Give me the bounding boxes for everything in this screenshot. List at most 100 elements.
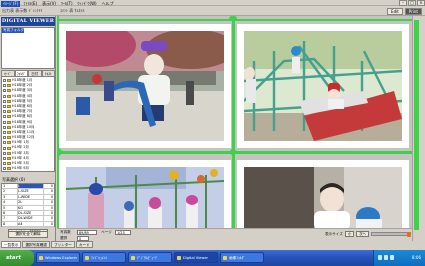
folder-icon [7, 167, 11, 171]
photo-grid[interactable] [57, 16, 412, 228]
left-panel: DIGITAL VIEWER 写真フォルダ ｶｰﾄﾞ ﾌｫﾙﾀﾞ 日付 ﾃｷｽﾄ… [0, 16, 56, 241]
folder-icon [7, 162, 11, 166]
taskbar-buttons: Windows Explorer ﾏｲﾄﾞｷｭﾒﾝﾄ ﾃﾞｼﾞﾀﾙﾋﾞｭｰｱ D… [36, 252, 264, 263]
count-field: 89/89 [77, 230, 97, 235]
folder-tree-header[interactable]: 写真フォルダ [2, 28, 24, 33]
photo-thumbnail[interactable] [237, 24, 409, 148]
photo-thumbnail[interactable] [59, 24, 231, 148]
checkbox-icon[interactable] [3, 141, 6, 145]
checkbox-icon[interactable] [3, 167, 6, 171]
window-icon [177, 256, 181, 260]
taskbar-button[interactable]: 画像ﾌｫﾙﾀﾞ [220, 252, 264, 263]
toolbar: 出力表 表示数 ﾃﾞｨﾚｸﾄﾘ ｺﾒﾝﾄ 表 ｻﾑﾈｲﾙ Edit Print [0, 7, 425, 16]
folder-icon [7, 89, 11, 93]
toolbar-info-left: 出力表 表示数 ﾃﾞｨﾚｸﾄﾘ [2, 8, 43, 13]
photo-image [66, 31, 224, 141]
folder-icon [7, 151, 11, 155]
tab-selected-photos[interactable]: 選択写真確認 [22, 241, 50, 248]
taskbar-button-active[interactable]: Digital Viewer [174, 252, 218, 263]
start-button[interactable]: start [0, 250, 34, 266]
app-brand: DIGITAL VIEWER [1, 17, 55, 26]
grid-handle-icon[interactable] [228, 147, 238, 157]
slider-handle-icon[interactable] [407, 232, 411, 237]
folder-icon [7, 146, 11, 150]
checkbox-icon[interactable] [3, 115, 6, 119]
checkbox-icon[interactable] [3, 151, 6, 155]
next-button[interactable]: 次へ [356, 231, 369, 237]
window-icon [223, 256, 227, 260]
volume-icon[interactable] [384, 255, 388, 260]
photo-thumbnail[interactable] [59, 160, 231, 228]
network-icon[interactable] [378, 255, 382, 260]
clock[interactable]: 8:06 [412, 255, 421, 260]
zoom-controls: 表示サイズ 小 次へ [325, 231, 411, 237]
tray-icons [378, 255, 394, 260]
checkbox-icon[interactable] [3, 136, 6, 140]
print-size-table[interactable]: 1L0 2 L-SIZE 0 3 L-WIDE 0 4 2L 0 5 KG 0 6 DL-SIZE… [1, 183, 55, 228]
selection-header: 写真選択 (0) [2, 177, 25, 182]
tab-list-view[interactable]: 一覧表示 [1, 241, 22, 248]
window-icon [85, 256, 89, 260]
checkbox-icon[interactable] [3, 156, 6, 160]
view-tabs: 一覧表示 選択写真確認 プリンター カード [0, 241, 425, 248]
window-controls: – □ × [399, 0, 425, 6]
folder-icon [7, 120, 11, 124]
zoom-select[interactable]: 小 [344, 231, 355, 237]
vertical-scrollbar[interactable] [414, 20, 419, 230]
page-label: ページ [101, 230, 112, 234]
security-icon[interactable] [390, 255, 394, 260]
clear-selection-button[interactable]: 選択を全て解除 [8, 231, 48, 238]
folder-icon [7, 79, 11, 83]
minimize-icon[interactable]: – [399, 0, 407, 6]
tab-printer[interactable]: プリンター [50, 241, 75, 248]
checkbox-icon[interactable] [3, 162, 6, 166]
taskbar-button[interactable]: ﾃﾞｼﾞﾀﾙﾋﾞｭｰｱ [128, 252, 172, 263]
zoom-label: 表示サイズ [324, 231, 343, 236]
folder-icon [7, 141, 11, 145]
list-item[interactable]: H19年 6月 [3, 166, 53, 171]
count-label: 写真数 [60, 230, 71, 234]
checkbox-icon[interactable] [3, 110, 6, 114]
photo-image [244, 167, 402, 228]
edit-button[interactable]: Edit [387, 8, 403, 15]
zoom-slider[interactable] [371, 232, 411, 237]
checkbox-icon[interactable] [3, 94, 6, 98]
checkbox-icon[interactable] [3, 120, 6, 124]
checkbox-icon[interactable] [3, 130, 6, 134]
window-icon [39, 256, 43, 260]
folder-icon [7, 156, 11, 160]
folder-icon [7, 136, 11, 140]
maximize-icon[interactable]: □ [408, 0, 416, 6]
folder-list[interactable]: H18年度 1月 H18年度 2月 H18年度 3月 H18年度 4月 H18年… [1, 76, 55, 172]
folder-icon [7, 105, 11, 109]
checkbox-icon[interactable] [3, 84, 6, 88]
system-tray: 8:06 [373, 250, 425, 266]
photo-thumbnail[interactable] [237, 160, 409, 228]
checkbox-icon[interactable] [3, 146, 6, 150]
table-row[interactable]: 8 A4 0 [2, 221, 54, 228]
grid-handle-icon[interactable] [228, 16, 238, 23]
photo-image [66, 167, 224, 228]
grid-guide-vertical [232, 16, 235, 228]
folder-icon [7, 84, 11, 88]
toolbar-info-mid: ｺﾒﾝﾄ 表 ｻﾑﾈｲﾙ [60, 8, 85, 13]
folder-tree[interactable] [1, 27, 55, 69]
taskbar-button[interactable]: Windows Explorer [36, 252, 80, 263]
title-bar: ｲﾒｰｼﾞ(F) ﾌｧｲﾙ(E) 表示(V) ﾂｰﾙ(T) ｳｨﾝﾄﾞｳ(W) … [0, 0, 425, 7]
tab-card[interactable]: カード [75, 241, 93, 248]
window-icon [131, 256, 135, 260]
close-icon[interactable]: × [417, 0, 425, 6]
checkbox-icon[interactable] [3, 79, 6, 83]
folder-icon [7, 130, 11, 134]
taskbar-button[interactable]: ﾏｲﾄﾞｷｭﾒﾝﾄ [82, 252, 126, 263]
folder-icon [7, 99, 11, 103]
grid-handle-icon[interactable] [57, 147, 64, 157]
checkbox-icon[interactable] [3, 105, 6, 109]
folder-icon [7, 110, 11, 114]
checkbox-icon[interactable] [3, 125, 6, 129]
checkbox-icon[interactable] [3, 99, 6, 103]
print-button[interactable]: Print [404, 8, 422, 15]
folder-icon [7, 94, 11, 98]
checkbox-icon[interactable] [3, 89, 6, 93]
folder-icon [7, 115, 11, 119]
